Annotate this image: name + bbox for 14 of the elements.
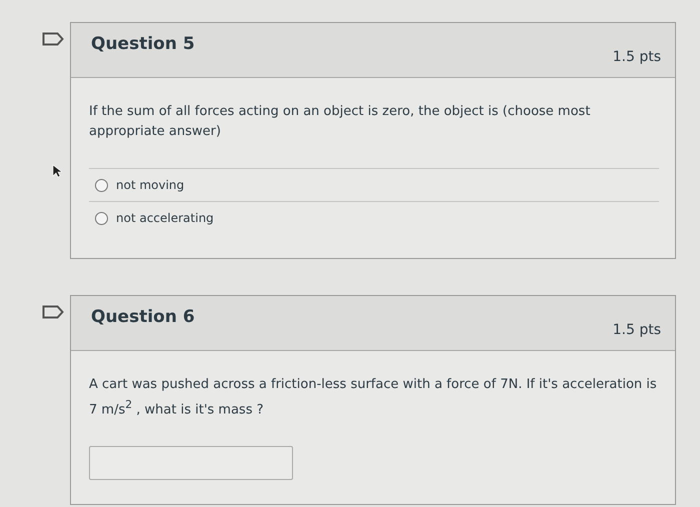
question-title: Question 5 [91, 33, 195, 56]
answer-field[interactable] [89, 446, 293, 480]
question-text: If the sum of all forces acting on an object is zero, the object is (choose most appropriate answer) [89, 103, 592, 141]
flag-icon[interactable] [42, 32, 64, 46]
question-points: 1.5 pts [612, 321, 661, 340]
radio-button[interactable] [95, 212, 108, 224]
answer-option[interactable]: not moving [116, 178, 184, 192]
question-text: A cart was pushed across a friction-less surface with a force of 7N. If it's acceleration is 7 m/s$^{2}$ , what is it's mass ? [89, 376, 658, 420]
question-points: 1.5 pts [612, 48, 661, 67]
question-title: Question 6 [91, 306, 195, 329]
radio-button[interactable] [95, 178, 108, 192]
cursor-icon [52, 164, 62, 178]
answer-option[interactable]: not accelerating [116, 211, 214, 225]
flag-icon[interactable] [42, 305, 64, 319]
